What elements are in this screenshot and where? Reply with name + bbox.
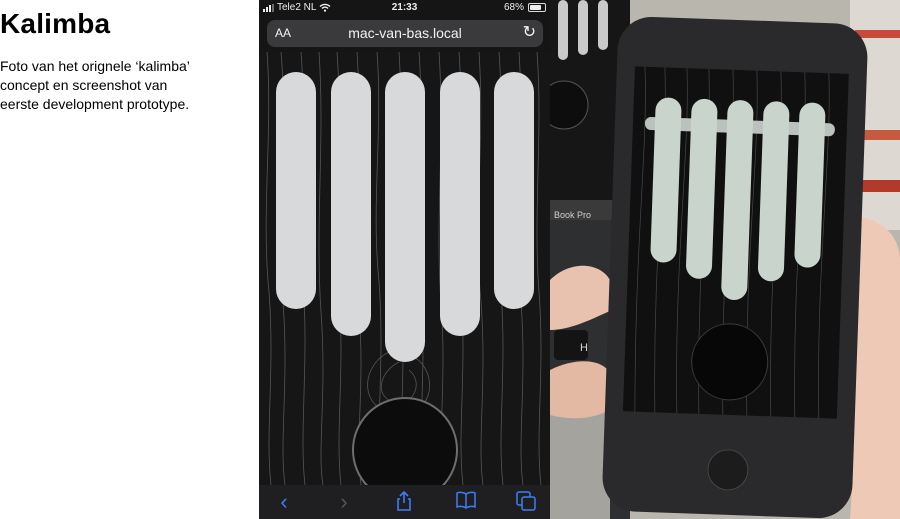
tabs-icon[interactable]: [515, 491, 537, 513]
battery-icon: [528, 3, 546, 12]
concept-photo: Book Pro Y H: [550, 0, 900, 519]
status-bar: Tele2 NL 21:33 68%: [259, 0, 550, 16]
kalimba-tine-1[interactable]: [276, 72, 316, 309]
laptop-label: Book Pro: [554, 210, 591, 220]
forward-icon[interactable]: ›: [333, 491, 355, 513]
concept-photo-illustration: Book Pro Y H: [550, 0, 900, 519]
key-h: H: [580, 342, 588, 354]
slide-title: Kalimba: [0, 8, 111, 39]
url-text[interactable]: mac-van-bas.local: [267, 25, 543, 41]
reload-icon[interactable]: ↻: [523, 24, 536, 42]
slide-description: Foto van het orignele ‘kalimba’ concept …: [0, 58, 190, 112]
kalimba-tine-4[interactable]: [440, 72, 480, 336]
share-icon[interactable]: [393, 490, 415, 513]
prototype-screenshot: Tele2 NL 21:33 68% AA mac-van-bas.local …: [259, 0, 550, 519]
kalimba-tine-3[interactable]: [385, 72, 425, 362]
battery-status: 68%: [504, 2, 546, 13]
kalimba-tine-2[interactable]: [331, 72, 371, 336]
back-icon[interactable]: ‹: [273, 491, 295, 513]
address-bar[interactable]: AA mac-van-bas.local ↻: [267, 20, 543, 47]
battery-percent: 68%: [503, 2, 524, 13]
kalimba-tine-5[interactable]: [494, 72, 534, 309]
bookmarks-icon[interactable]: [455, 491, 477, 513]
browser-toolbar: ‹ ›: [259, 485, 550, 519]
